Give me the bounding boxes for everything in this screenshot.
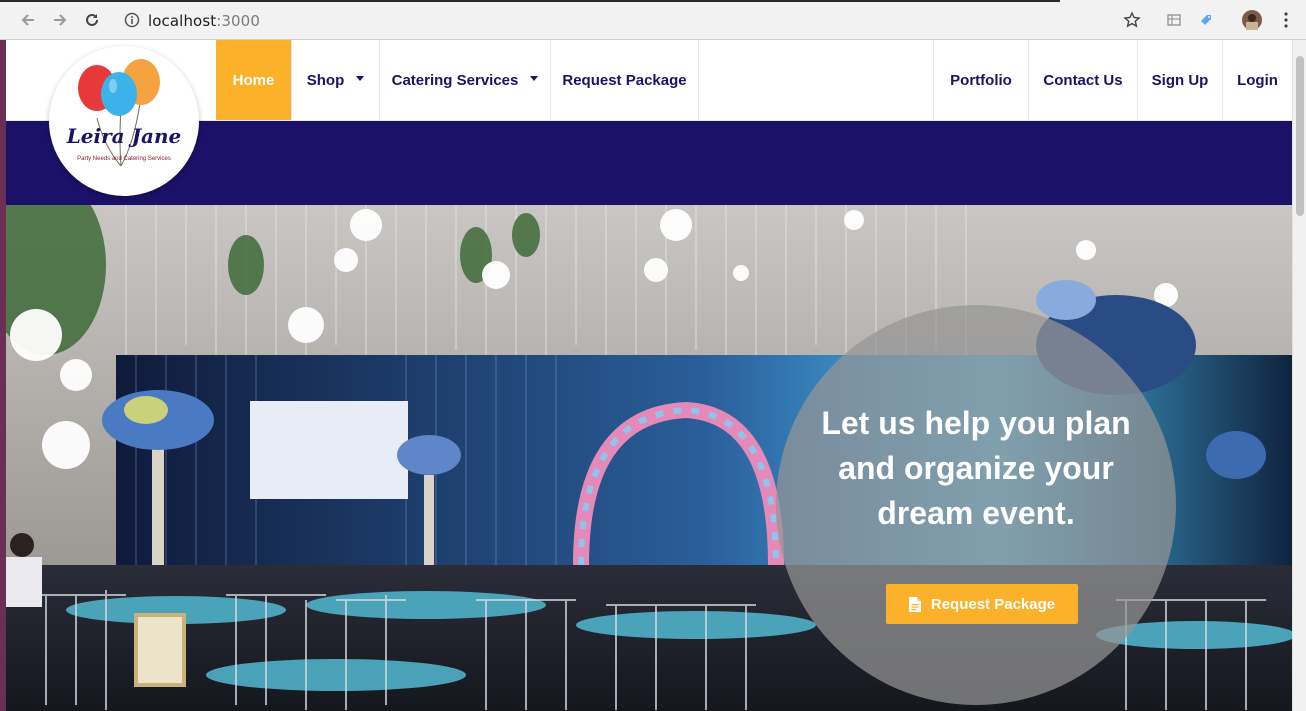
scrollbar-thumb[interactable] (1296, 56, 1304, 216)
nav-request-package-label: Request Package (562, 71, 687, 89)
address-bar[interactable]: localhost:3000 (116, 6, 1156, 34)
nav-catering-services[interactable]: Catering Services (379, 40, 550, 120)
menu-kebab-icon[interactable] (1276, 10, 1296, 30)
url-port: :3000 (216, 12, 260, 30)
logo-wordmark: Leira Jane (66, 124, 182, 148)
nav-signup-label: Sign Up (1151, 71, 1209, 89)
nav-sign-up[interactable]: Sign Up (1137, 40, 1222, 120)
document-icon (908, 596, 921, 612)
hero-headline: Let us help you plan and organize your d… (821, 405, 1131, 531)
browser-toolbar: localhost:3000 (0, 0, 1306, 40)
back-icon[interactable] (16, 8, 40, 32)
nav-shop-label: Shop (306, 71, 345, 89)
title-bar-strip (0, 0, 1060, 2)
page-scrollbar[interactable] (1292, 40, 1306, 711)
nav-shop[interactable]: Shop (291, 40, 379, 120)
nav-contact-label: Contact Us (1043, 71, 1123, 89)
balloons-icon (78, 59, 160, 167)
nav-portfolio[interactable]: Portfolio (933, 40, 1028, 120)
url-text: localhost:3000 (148, 12, 260, 30)
url-host: localhost (148, 12, 217, 30)
shop-caret-icon (356, 75, 365, 81)
nav-portfolio-label: Portfolio (950, 71, 1012, 89)
nav-home-label: Home (232, 71, 275, 89)
reload-icon[interactable] (80, 8, 104, 32)
web-page: Home Shop Catering Services Request Pack… (6, 40, 1292, 711)
nav-login-label: Login (1237, 71, 1278, 89)
tag-extension-icon[interactable] (1196, 10, 1216, 30)
brand-logo[interactable]: Leira Jane Party Needs and Catering Serv… (49, 46, 199, 196)
nav-request-package[interactable]: Request Package (550, 40, 699, 120)
extension-icon[interactable] (1164, 10, 1184, 30)
catering-caret-icon (530, 75, 539, 81)
hero-request-package-button[interactable]: Request Package (886, 584, 1078, 624)
hero-cta-label: Request Package (930, 595, 1056, 613)
nav-catering-label: Catering Services (391, 71, 519, 89)
logo-tagline: Party Needs and Catering Services (77, 156, 171, 162)
nav-home[interactable]: Home (216, 40, 291, 120)
nav-login[interactable]: Login (1222, 40, 1292, 120)
info-icon[interactable] (124, 12, 140, 28)
forward-icon[interactable] (48, 8, 72, 32)
hero-section: Let us help you plan and organize your d… (6, 205, 1292, 711)
bookmark-star-icon[interactable] (1122, 10, 1142, 30)
nav-contact-us[interactable]: Contact Us (1028, 40, 1137, 120)
profile-avatar[interactable] (1242, 10, 1262, 30)
